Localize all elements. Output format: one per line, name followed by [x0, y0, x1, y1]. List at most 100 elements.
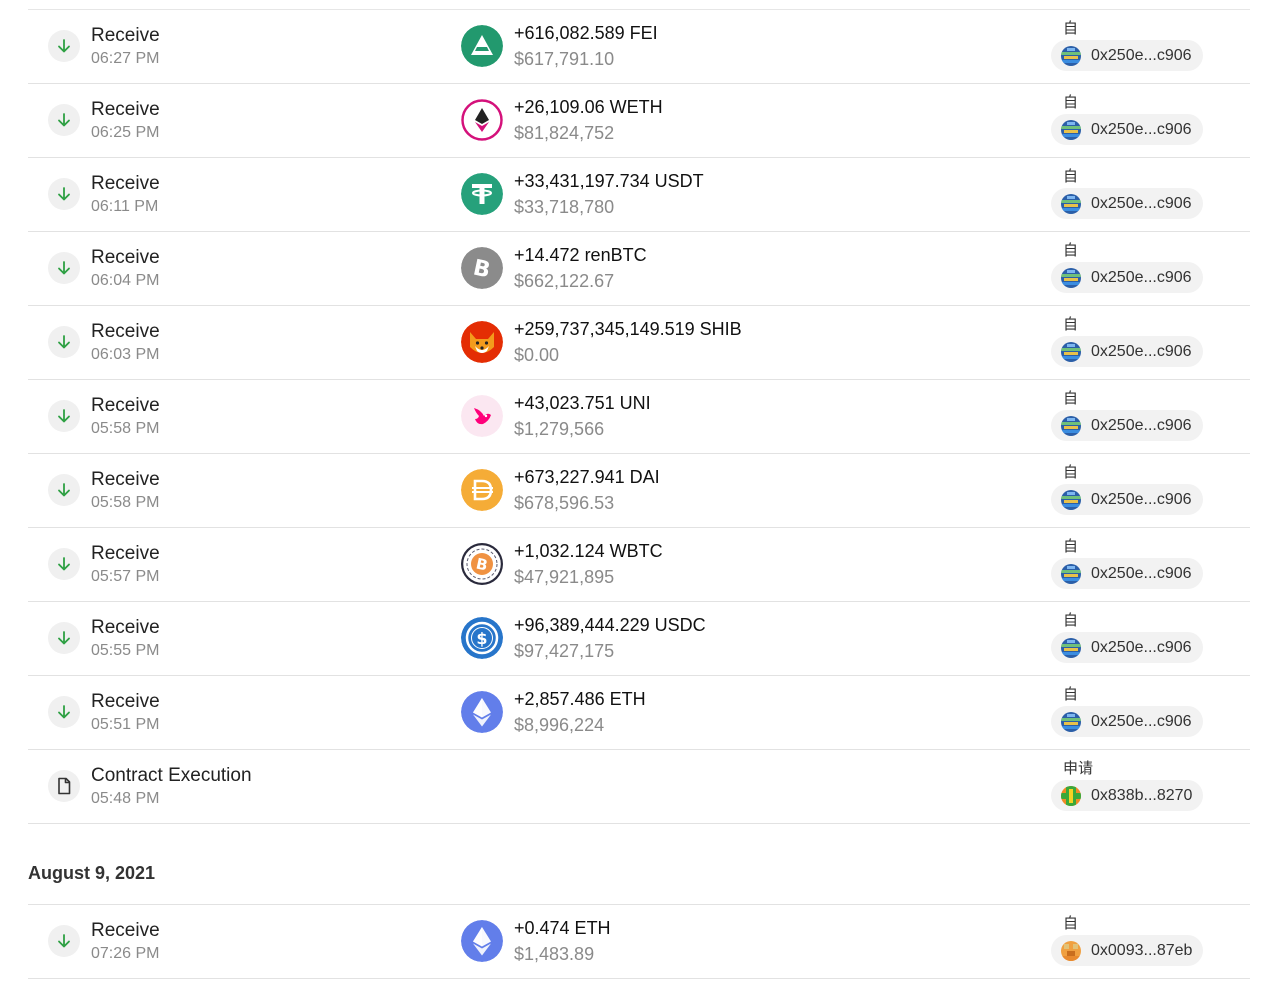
fiat-value: $617,791.10	[514, 49, 615, 69]
transaction-type: Contract Execution	[91, 765, 252, 786]
renbtc-token-icon: B	[461, 247, 503, 289]
transaction-time: 06:25 PM	[91, 124, 160, 141]
address-avatar-icon	[1061, 711, 1081, 732]
transaction-type: Receive	[91, 395, 160, 416]
address-pill[interactable]: 0x250e...c906	[1051, 558, 1203, 589]
transaction-time: 05:57 PM	[91, 568, 160, 585]
arrow-down-icon	[48, 178, 80, 210]
transaction-row[interactable]: Receive 05:51 PM +2,857.486 ETH $8,996,224 自…	[28, 675, 1250, 749]
fiat-value: $33,718,780	[514, 197, 615, 217]
arrow-down-icon	[48, 400, 80, 432]
wbtc-token-icon: B	[461, 543, 503, 585]
token-amount: +616,082.589 FEI	[514, 23, 658, 43]
address-pill[interactable]: 0x250e...c906	[1051, 40, 1203, 71]
address-text: 0x250e...c906	[1091, 120, 1192, 138]
address-avatar-icon	[1061, 489, 1081, 510]
token-amount: +26,109.06 WETH	[514, 97, 663, 117]
address-text: 0x250e...c906	[1091, 268, 1192, 286]
arrow-down-icon	[48, 252, 80, 284]
address-avatar-icon	[1061, 785, 1081, 806]
token-amount: +259,737,345,149.519 SHIB	[514, 319, 742, 339]
document-icon	[48, 770, 80, 802]
direction-label: 申请	[1063, 760, 1094, 777]
svg-text:$: $	[476, 629, 487, 648]
transaction-row[interactable]: Receive 05:58 PM +43,023.751 UNI $1,279,566…	[28, 379, 1250, 453]
address-pill[interactable]: 0x250e...c906	[1051, 632, 1203, 663]
address-pill[interactable]: 0x250e...c906	[1051, 410, 1203, 441]
direction-label: 自	[1063, 915, 1079, 932]
transaction-time: 05:51 PM	[91, 716, 160, 733]
transaction-row[interactable]: Receive 06:11 PM +33,431,197.734 USDT $33,7…	[28, 157, 1250, 231]
transaction-row[interactable]: Receive 05:57 PM B +1,032.124 WBTC $47,921,8…	[28, 527, 1250, 601]
address-avatar-icon	[1061, 415, 1081, 436]
transaction-row[interactable]: Receive 06:27 PM +616,082.589 FEI $617,791.…	[28, 9, 1250, 83]
transaction-time: 06:11 PM	[91, 198, 159, 215]
address-pill[interactable]: 0x250e...c906	[1051, 706, 1203, 737]
address-avatar-icon	[1061, 341, 1081, 362]
transaction-row[interactable]: Receive 07:26 PM +0.474 ETH $1,483.89 自 0x009…	[28, 904, 1250, 979]
uni-token-icon	[461, 395, 503, 437]
transaction-time: 05:58 PM	[91, 494, 160, 511]
address-avatar-icon	[1061, 119, 1081, 140]
fiat-value: $1,483.89	[514, 944, 595, 964]
shib-token-icon	[461, 321, 503, 363]
transaction-row[interactable]: Contract Execution 05:48 PM 申请 0x838b...827…	[28, 749, 1250, 824]
transaction-row[interactable]: Receive 05:58 PM +673,227.941 DAI $678,596.…	[28, 453, 1250, 527]
fiat-value: $81,824,752	[514, 123, 615, 143]
direction-label: 自	[1063, 464, 1079, 481]
address-text: 0x250e...c906	[1091, 342, 1192, 360]
token-amount: +33,431,197.734 USDT	[514, 171, 704, 191]
address-text: 0x838b...8270	[1091, 786, 1193, 804]
transaction-type: Receive	[91, 617, 160, 638]
transaction-type: Receive	[91, 25, 160, 46]
fiat-value: $97,427,175	[514, 641, 615, 661]
arrow-down-icon	[48, 925, 80, 957]
arrow-down-icon	[48, 326, 80, 358]
address-pill[interactable]: 0x250e...c906	[1051, 336, 1203, 367]
direction-label: 自	[1063, 390, 1079, 407]
address-pill[interactable]: 0x250e...c906	[1051, 262, 1203, 293]
direction-label: 自	[1063, 168, 1079, 185]
token-amount: +96,389,444.229 USDC	[514, 615, 706, 635]
arrow-down-icon	[48, 474, 80, 506]
fiat-value: $662,122.67	[514, 271, 615, 291]
transaction-time: 06:04 PM	[91, 272, 160, 289]
transaction-row[interactable]: Receive 06:04 PM B +14.472 renBTC $662,122.6…	[28, 231, 1250, 305]
address-avatar-icon	[1061, 45, 1081, 66]
arrow-down-icon	[48, 696, 80, 728]
address-pill[interactable]: 0x838b...8270	[1051, 780, 1203, 811]
transaction-time: 06:27 PM	[91, 50, 160, 67]
dai-token-icon	[461, 469, 503, 511]
direction-label: 自	[1063, 538, 1079, 555]
arrow-down-icon	[48, 30, 80, 62]
transaction-time: 05:58 PM	[91, 420, 160, 437]
transaction-time: 07:26 PM	[91, 945, 160, 962]
token-amount: +1,032.124 WBTC	[514, 541, 663, 561]
address-text: 0x250e...c906	[1091, 194, 1192, 212]
transaction-row[interactable]: Receive 05:55 PM $ +96,389,444.229 USDC $97,…	[28, 601, 1250, 675]
eth-token-icon	[461, 920, 503, 962]
transaction-type: Receive	[91, 247, 160, 268]
address-text: 0x250e...c906	[1091, 416, 1192, 434]
usdc-token-icon: $	[461, 617, 503, 659]
token-amount: +0.474 ETH	[514, 918, 611, 938]
address-pill[interactable]: 0x0093...87eb	[1051, 935, 1203, 966]
usdt-token-icon	[461, 173, 503, 215]
address-text: 0x250e...c906	[1091, 564, 1192, 582]
fiat-value: $678,596.53	[514, 493, 615, 513]
address-pill[interactable]: 0x250e...c906	[1051, 188, 1203, 219]
arrow-down-icon	[48, 104, 80, 136]
address-avatar-icon	[1061, 563, 1081, 584]
address-pill[interactable]: 0x250e...c906	[1051, 114, 1203, 145]
token-amount: +2,857.486 ETH	[514, 689, 646, 709]
transaction-type: Receive	[91, 920, 160, 941]
transaction-type: Receive	[91, 691, 160, 712]
address-avatar-icon	[1061, 193, 1081, 214]
transaction-list-august-9: Receive 07:26 PM +0.474 ETH $1,483.89 自 0x009…	[28, 904, 1250, 979]
address-avatar-icon	[1061, 940, 1081, 961]
transaction-row[interactable]: Receive 06:03 PM +259,737,345,149.519 SHIB…	[28, 305, 1250, 379]
transaction-row[interactable]: Receive 06:25 PM +26,109.06 WETH $81,824,75…	[28, 83, 1250, 157]
fiat-value: $47,921,895	[514, 567, 615, 587]
weth-token-icon	[461, 99, 503, 141]
address-pill[interactable]: 0x250e...c906	[1051, 484, 1203, 515]
